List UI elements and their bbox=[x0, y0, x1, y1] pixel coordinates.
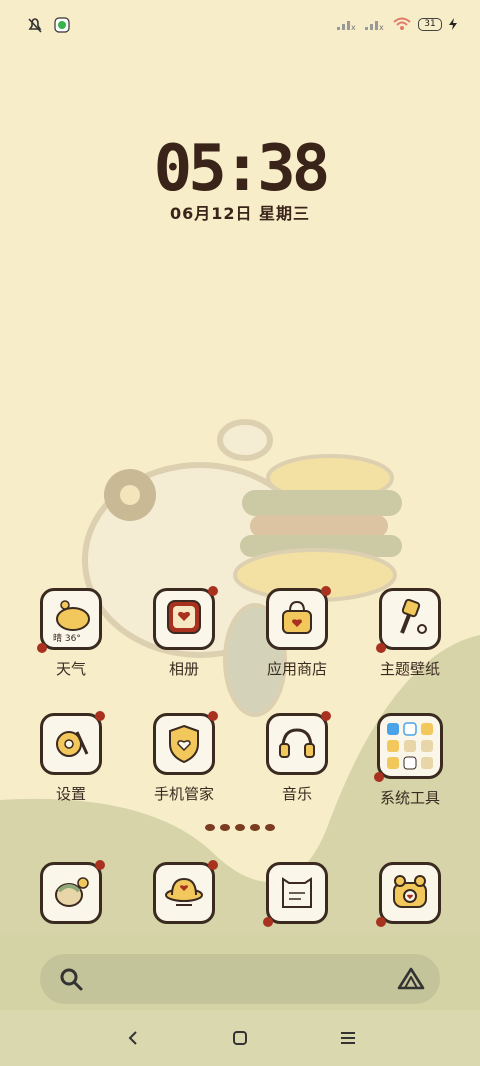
app-label: 音乐 bbox=[281, 785, 312, 803]
search-bar[interactable] bbox=[40, 954, 440, 1004]
back-button[interactable] bbox=[118, 1024, 148, 1052]
camera-icon bbox=[393, 875, 427, 908]
cherry-icon bbox=[208, 860, 218, 870]
app-label: 天气 bbox=[55, 660, 86, 678]
page-dot bbox=[265, 824, 275, 831]
search-icon[interactable] bbox=[58, 966, 84, 992]
app-label: 系统工具 bbox=[379, 789, 440, 807]
signal-icon: x bbox=[337, 21, 356, 31]
navigation-bar bbox=[0, 1010, 480, 1066]
status-bar: x x 31 bbox=[0, 12, 480, 40]
home-button[interactable] bbox=[225, 1024, 255, 1052]
page-indicator[interactable] bbox=[0, 824, 480, 831]
recents-icon bbox=[341, 1032, 355, 1044]
cherry-icon bbox=[37, 643, 47, 653]
lock-clock: 05:38 bbox=[153, 132, 331, 206]
page-dot bbox=[220, 824, 230, 831]
lock-date: 06月12日 星期三 bbox=[169, 204, 311, 223]
app-music[interactable]: 音乐 bbox=[247, 711, 347, 804]
app-system-tools-folder[interactable]: 系统工具 bbox=[360, 713, 460, 808]
mute-bell-icon bbox=[28, 18, 42, 33]
battery-icon: 31 bbox=[418, 17, 442, 31]
cherry-icon bbox=[376, 643, 386, 653]
cherry-icon bbox=[321, 586, 331, 596]
cherry-icon bbox=[208, 586, 218, 596]
assistant-icon[interactable] bbox=[396, 966, 426, 992]
cherry-icon bbox=[208, 711, 218, 721]
cherry-icon bbox=[95, 711, 105, 721]
app-label: 应用商店 bbox=[266, 660, 327, 678]
app-weather[interactable]: 晴 36° 天气 bbox=[21, 588, 121, 679]
app-label: 设置 bbox=[55, 785, 86, 803]
back-icon bbox=[128, 1031, 137, 1045]
system-tools-folder-icon bbox=[387, 722, 433, 770]
app-security[interactable]: 手机管家 bbox=[134, 711, 234, 804]
app-label: 手机管家 bbox=[153, 785, 214, 803]
cherry-icon bbox=[321, 711, 331, 721]
dock-camera[interactable] bbox=[360, 862, 460, 927]
signal-icon: x bbox=[365, 21, 384, 31]
cherry-icon bbox=[95, 860, 105, 870]
svg-text:x: x bbox=[379, 23, 384, 31]
dock-notes[interactable] bbox=[247, 862, 347, 927]
wifi-icon bbox=[393, 17, 411, 30]
page-dot bbox=[205, 824, 215, 831]
home-icon bbox=[233, 1031, 247, 1045]
page-dot bbox=[235, 824, 245, 831]
app-store[interactable]: 应用商店 bbox=[247, 586, 347, 679]
dock-messages[interactable] bbox=[134, 860, 234, 924]
dock-phone[interactable] bbox=[21, 860, 121, 924]
cherry-icon bbox=[376, 917, 386, 927]
security-icon bbox=[169, 724, 199, 764]
app-store-icon bbox=[282, 600, 312, 634]
settings-icon bbox=[56, 731, 89, 757]
messages-icon bbox=[165, 877, 203, 906]
app-label: 主题壁纸 bbox=[379, 660, 440, 678]
app-themes[interactable]: 主题壁纸 bbox=[360, 588, 460, 679]
recents-button[interactable] bbox=[333, 1024, 363, 1052]
cherry-icon bbox=[374, 772, 384, 782]
charging-icon bbox=[449, 18, 457, 30]
app-gallery[interactable]: 相册 bbox=[134, 586, 234, 679]
app-label: 相册 bbox=[168, 660, 199, 678]
weather-badge: 晴 36° bbox=[53, 634, 81, 644]
music-icon bbox=[279, 728, 315, 758]
app-settings[interactable]: 设置 bbox=[21, 711, 121, 804]
themes-icon bbox=[400, 598, 427, 634]
app-notification-icon bbox=[54, 17, 70, 33]
gallery-icon bbox=[167, 600, 201, 634]
cherry-icon bbox=[263, 917, 273, 927]
page-dot bbox=[250, 824, 260, 831]
notes-icon bbox=[282, 877, 312, 908]
svg-text:x: x bbox=[351, 23, 356, 31]
phone-icon bbox=[55, 877, 89, 907]
